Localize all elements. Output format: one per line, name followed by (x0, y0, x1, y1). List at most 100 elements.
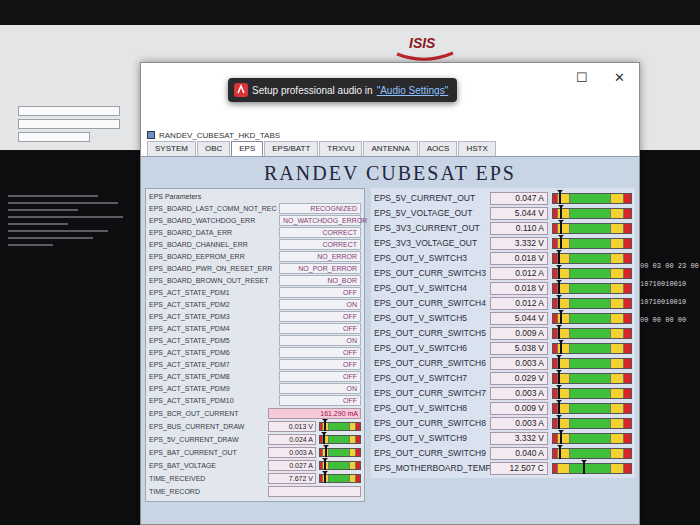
tab[interactable]: OBC (197, 141, 230, 156)
desktop: ISIS00 03 00 23 001071001001010710010010… (0, 0, 700, 525)
output-value: 0.018 V (490, 252, 548, 265)
parameter-value: ON (279, 299, 361, 310)
output-row: EPS_3V3_VOLTAGE_OUT 3.332 V (374, 236, 632, 250)
output-label: EPS_3V3_CURRENT_OUT (374, 223, 486, 234)
output-label: EPS_3V3_VOLTAGE_OUT (374, 238, 486, 249)
meter-marker (559, 192, 561, 204)
notification-link[interactable]: "Audio Settings" (377, 85, 449, 96)
reading-value: 0.024 A (268, 434, 316, 445)
caption-button[interactable]: ☐ (576, 70, 588, 86)
log-line (8, 237, 93, 239)
output-value: 0.009 A (490, 327, 548, 340)
parameter-row: EPS_ACT_STATE_PDM7OFF (149, 359, 361, 370)
tab-bar: SYSTEMOBCEPSEPS/BATTTRXVUANTENNAAOCSHSTX (141, 141, 639, 157)
level-meter (552, 283, 632, 294)
output-value: 0.003 A (490, 387, 548, 400)
tab[interactable]: HSTX (458, 141, 495, 156)
output-row: EPS_OUT_V_SWITCH30.018 V (374, 251, 632, 265)
meter-marker (558, 297, 560, 309)
reading-value: 0.013 V (268, 421, 316, 432)
level-meter (552, 298, 632, 309)
tab[interactable]: EPS (231, 141, 263, 156)
level-meter (319, 435, 361, 444)
parameter-label: EPS_ACT_STATE_PDM2 (149, 300, 276, 309)
meter-marker (560, 342, 562, 354)
reading-label: TIME_RECEIVED (149, 474, 265, 483)
meter-marker (558, 357, 560, 369)
output-row: EPS_OUT_CURR_SWITCH5 0.009 A (374, 326, 632, 340)
parameter-row: EPS_ACT_STATE_PDM6OFF (149, 347, 361, 358)
log-pane (0, 150, 135, 525)
output-label: EPS_OUT_CURR_SWITCH4 (374, 298, 486, 309)
level-meter (319, 448, 361, 457)
output-label: EPS_OUT_CURR_SWITCH7 (374, 388, 486, 399)
level-meter (552, 358, 632, 369)
parameter-row: EPS_BOARD_WATCHDOG_ERRNO_WATCHDOG_ERROR (149, 215, 361, 226)
dropdown-field[interactable] (18, 132, 90, 142)
reading-label: EPS_5V_CURRENT_DRAW (149, 435, 265, 444)
output-row: EPS_OUT_CURR_SWITCH30.012 A (374, 266, 632, 280)
parameter-value: ON (279, 383, 361, 394)
output-row: EPS_OUT_CURR_SWITCH9 0.040 A (374, 446, 632, 460)
dropdown-field[interactable] (18, 106, 120, 116)
tab[interactable]: TRXVU (319, 141, 362, 156)
logo-text: ISIS (395, 35, 435, 51)
notification-toast[interactable]: Setup professional audio in "Audio Settin… (228, 78, 457, 102)
outputs-panel: EPS_5V_CURRENT_OUT0.047 AEPS_5V_VOLTAGE_… (371, 188, 635, 478)
reading-value: 0.003 A (268, 447, 316, 458)
reading-row: EPS_BCR_OUT_CURRENT161.290 mA (149, 407, 361, 419)
tab[interactable]: AOCS (419, 141, 458, 156)
output-value: 0.029 V (490, 372, 548, 385)
output-value: 12.507 C (490, 462, 548, 475)
meter-marker (558, 402, 560, 414)
parameter-label: EPS_BOARD_LAST_COMM_NOT_REC (149, 204, 276, 213)
output-label: EPS_OUT_CURR_SWITCH9 (374, 448, 486, 459)
output-value: 0.003 A (490, 357, 548, 370)
parameter-value: OFF (279, 359, 361, 370)
output-label: EPS_OUT_CURR_SWITCH5 (374, 328, 486, 339)
level-meter (552, 268, 632, 279)
output-value: 5.038 V (490, 342, 548, 355)
log-line (8, 195, 98, 197)
parameter-value: OFF (279, 323, 361, 334)
parameters-panel: EPS ParametersEPS_BOARD_LAST_COMM_NOT_RE… (145, 188, 365, 502)
parameters-header: EPS Parameters (149, 191, 361, 202)
log-line (8, 230, 108, 232)
parameter-label: EPS_ACT_STATE_PDM7 (149, 360, 276, 369)
parameter-value: NO_ERROR (279, 251, 361, 262)
tab[interactable]: ANTENNA (363, 141, 417, 156)
parameter-value: OFF (279, 371, 361, 382)
tab[interactable]: EPS/BATT (264, 141, 318, 156)
parameter-row: EPS_ACT_STATE_PDM2ON (149, 299, 361, 310)
parameter-label: EPS_ACT_STATE_PDM4 (149, 324, 276, 333)
output-value: 0.040 A (490, 447, 548, 460)
parameter-row: EPS_BOARD_CHANNEL_ERRCORRECT (149, 239, 361, 250)
output-row: EPS_5V_VOLTAGE_OUT5.044 V (374, 206, 632, 220)
level-meter (552, 193, 632, 204)
parameter-row: EPS_BOARD_BROWN_OUT_RESETNO_BOR (149, 275, 361, 286)
level-meter (319, 474, 361, 483)
meter-marker (323, 434, 325, 444)
meter-marker (324, 460, 326, 470)
output-value: 0.003 A (490, 417, 548, 430)
caption-button[interactable]: ✕ (614, 70, 625, 86)
output-label: EPS_OUT_V_SWITCH4 (374, 283, 486, 294)
meter-marker (325, 447, 327, 457)
log-line (8, 209, 78, 211)
parameter-label: EPS_ACT_STATE_PDM3 (149, 312, 276, 321)
parameter-label: EPS_BOARD_DATA_ERR (149, 228, 276, 237)
dropdown-field[interactable] (18, 119, 120, 129)
output-value: 3.332 V (490, 237, 548, 250)
output-row: EPS_OUT_V_SWITCH93.332 V (374, 431, 632, 445)
output-label: EPS_5V_VOLTAGE_OUT (374, 208, 486, 219)
tab[interactable]: SYSTEM (147, 141, 196, 156)
reading-label: EPS_BCR_OUT_CURRENT (149, 409, 265, 418)
output-value: 0.110 A (490, 222, 548, 235)
output-label: EPS_OUT_V_SWITCH5 (374, 313, 486, 324)
meter-marker (583, 462, 585, 474)
parameter-row: EPS_BOARD_LAST_COMM_NOT_RECRECOGNIZED (149, 203, 361, 214)
output-value: 0.012 A (490, 267, 548, 280)
meter-marker (558, 387, 560, 399)
notification-text: Setup professional audio in (252, 85, 373, 96)
level-meter (319, 461, 361, 470)
